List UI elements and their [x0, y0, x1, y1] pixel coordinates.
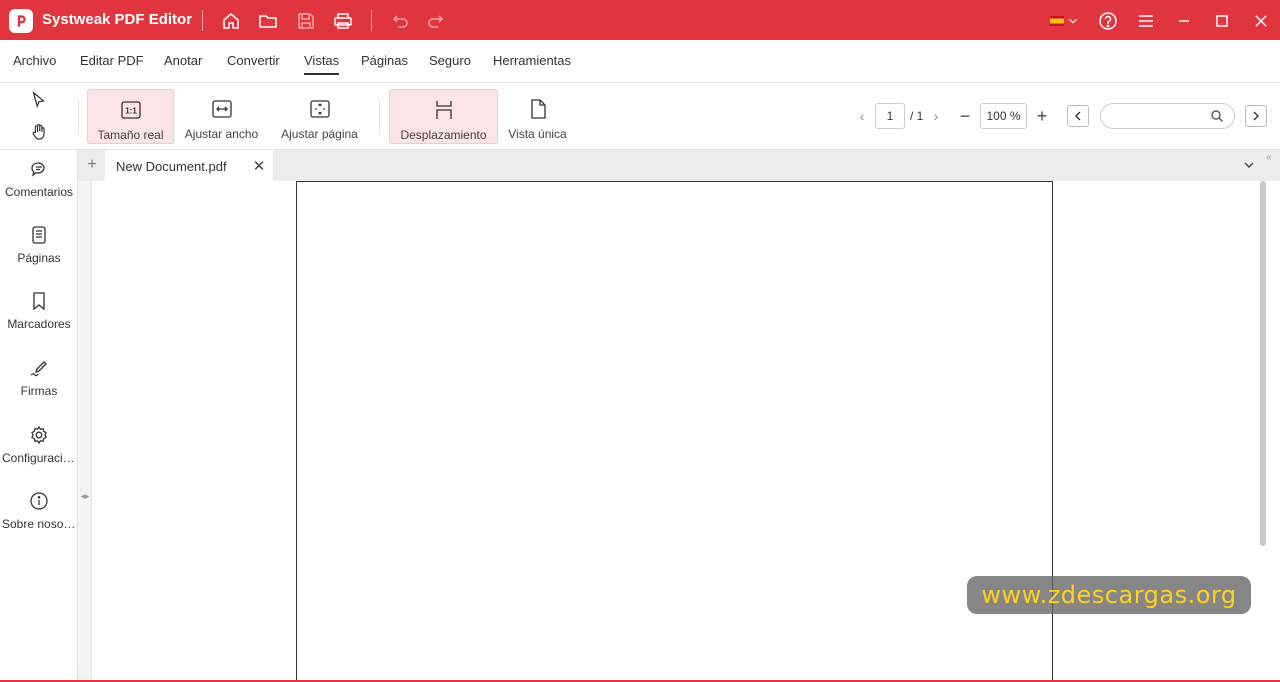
- scroll-mode-button[interactable]: Desplazamiento: [389, 89, 498, 144]
- menu-archivo[interactable]: Archivo: [13, 53, 56, 68]
- prev-page-icon[interactable]: ‹: [855, 107, 869, 125]
- sidebar-item-settings[interactable]: Configuración: [0, 424, 78, 465]
- pdf-page[interactable]: [296, 181, 1053, 682]
- sidebar-label: Comentarios: [4, 185, 74, 199]
- actual-size-label: Tamaño real: [97, 128, 164, 142]
- flag-es-icon[interactable]: [1050, 16, 1064, 26]
- menu-seguro[interactable]: Seguro: [429, 53, 471, 68]
- watermark: www.zdescargas.org: [967, 576, 1251, 614]
- sidebar-item-bookmarks[interactable]: Marcadores: [0, 290, 78, 331]
- page-total: / 1: [910, 109, 924, 123]
- chevron-down-icon[interactable]: [1065, 10, 1081, 32]
- pages-icon: [28, 224, 50, 246]
- menu-bar: Archivo Editar PDF Anotar Convertir Vist…: [0, 40, 1280, 83]
- app-window: Systweak PDF Editor Archivo Editar PDF A…: [0, 0, 1280, 682]
- actual-size-icon: 1:1: [119, 98, 143, 122]
- menu-vistas[interactable]: Vistas: [304, 53, 340, 75]
- app-title: Systweak PDF Editor: [42, 11, 193, 28]
- help-icon[interactable]: [1097, 10, 1119, 32]
- bookmark-icon: [28, 290, 50, 312]
- page-number-input[interactable]: 1: [875, 103, 905, 129]
- divider: [379, 100, 380, 134]
- undo-icon[interactable]: [389, 10, 411, 32]
- sidebar-item-about[interactable]: Sobre nosotros: [0, 490, 78, 531]
- fit-page-label: Ajustar página: [281, 127, 358, 141]
- left-sidebar: Comentarios Páginas Marcadores Firmas Co…: [0, 150, 78, 682]
- hand-tool-icon[interactable]: [28, 121, 50, 143]
- save-icon[interactable]: [295, 10, 317, 32]
- fit-width-label: Ajustar ancho: [184, 127, 259, 141]
- chevron-right-icon: [1253, 111, 1259, 121]
- sidebar-item-signatures[interactable]: Firmas: [0, 357, 78, 398]
- chevron-down-icon[interactable]: [1240, 156, 1258, 174]
- single-page-button[interactable]: Vista única: [501, 89, 574, 144]
- divider: [202, 10, 203, 31]
- info-icon: [28, 490, 50, 512]
- divider: [371, 10, 372, 31]
- zoom-out-icon[interactable]: −: [955, 105, 975, 127]
- chevron-left-icon: [1075, 111, 1081, 121]
- fit-width-button[interactable]: Ajustar ancho: [178, 89, 265, 144]
- single-page-icon: [526, 97, 550, 121]
- print-icon[interactable]: [332, 10, 354, 32]
- close-icon[interactable]: [1250, 10, 1272, 32]
- zoom-in-icon[interactable]: +: [1032, 105, 1052, 127]
- menu-convertir[interactable]: Convertir: [227, 53, 280, 68]
- sidebar-label: Configuración: [2, 451, 76, 465]
- minimize-icon[interactable]: [1173, 10, 1195, 32]
- home-icon[interactable]: [220, 10, 242, 32]
- select-cursor-icon[interactable]: [28, 89, 50, 111]
- search-box[interactable]: [1100, 103, 1235, 129]
- redo-icon[interactable]: [425, 10, 447, 32]
- app-logo-icon: [9, 9, 33, 33]
- single-page-label: Vista única: [508, 127, 567, 141]
- actual-size-button[interactable]: 1:1 Tamaño real: [87, 89, 174, 144]
- menu-paginas[interactable]: Páginas: [361, 53, 408, 68]
- menu-editar-pdf[interactable]: Editar PDF: [80, 53, 144, 68]
- close-tab-icon[interactable]: ✕: [251, 157, 267, 175]
- menu-herramientas[interactable]: Herramientas: [493, 53, 571, 68]
- sidebar-label: Sobre nosotros: [2, 517, 76, 531]
- fit-width-icon: [210, 97, 234, 121]
- search-input[interactable]: [1111, 108, 1206, 126]
- tab-label: New Document.pdf: [116, 159, 227, 174]
- thumbnail-strip: ◂▸: [78, 181, 92, 682]
- sidebar-label: Marcadores: [7, 317, 71, 331]
- scroll-mode-label: Desplazamiento: [400, 128, 487, 142]
- fit-page-icon: [308, 97, 332, 121]
- folder-icon[interactable]: [257, 10, 279, 32]
- next-page-icon[interactable]: ›: [929, 107, 943, 125]
- toolbar: 1:1 Tamaño real Ajustar ancho Ajustar pá…: [0, 83, 1280, 150]
- search-prev-button[interactable]: [1067, 105, 1089, 127]
- sidebar-item-pages[interactable]: Páginas: [0, 224, 78, 265]
- vertical-scrollbar[interactable]: [1260, 181, 1266, 546]
- svg-text:1:1: 1:1: [125, 107, 137, 116]
- scroll-icon: [432, 98, 456, 122]
- collapse-panel-icon[interactable]: «: [1266, 152, 1278, 166]
- hamburger-icon[interactable]: [1135, 10, 1157, 32]
- search-next-button[interactable]: [1245, 105, 1267, 127]
- sidebar-item-comments[interactable]: Comentarios: [0, 158, 78, 199]
- menu-anotar[interactable]: Anotar: [164, 53, 202, 68]
- watermark-text: www.zdescargas.org: [981, 581, 1237, 609]
- signature-icon: [28, 357, 50, 379]
- title-bar: Systweak PDF Editor: [0, 0, 1280, 40]
- divider: [78, 100, 79, 134]
- search-icon[interactable]: [1210, 109, 1224, 123]
- zoom-level-input[interactable]: 100 %: [980, 103, 1027, 129]
- settings-icon: [28, 424, 50, 446]
- comments-icon: [28, 158, 50, 180]
- tab-new-document[interactable]: New Document.pdf ✕: [105, 150, 273, 181]
- add-tab-icon[interactable]: +: [82, 155, 102, 175]
- fit-page-button[interactable]: Ajustar página: [275, 89, 364, 144]
- sidebar-label: Firmas: [20, 384, 58, 398]
- tab-bar: + New Document.pdf ✕ «: [78, 150, 1280, 181]
- split-handle-icon[interactable]: ◂▸: [79, 490, 91, 502]
- sidebar-label: Páginas: [17, 251, 61, 265]
- maximize-icon[interactable]: [1211, 10, 1233, 32]
